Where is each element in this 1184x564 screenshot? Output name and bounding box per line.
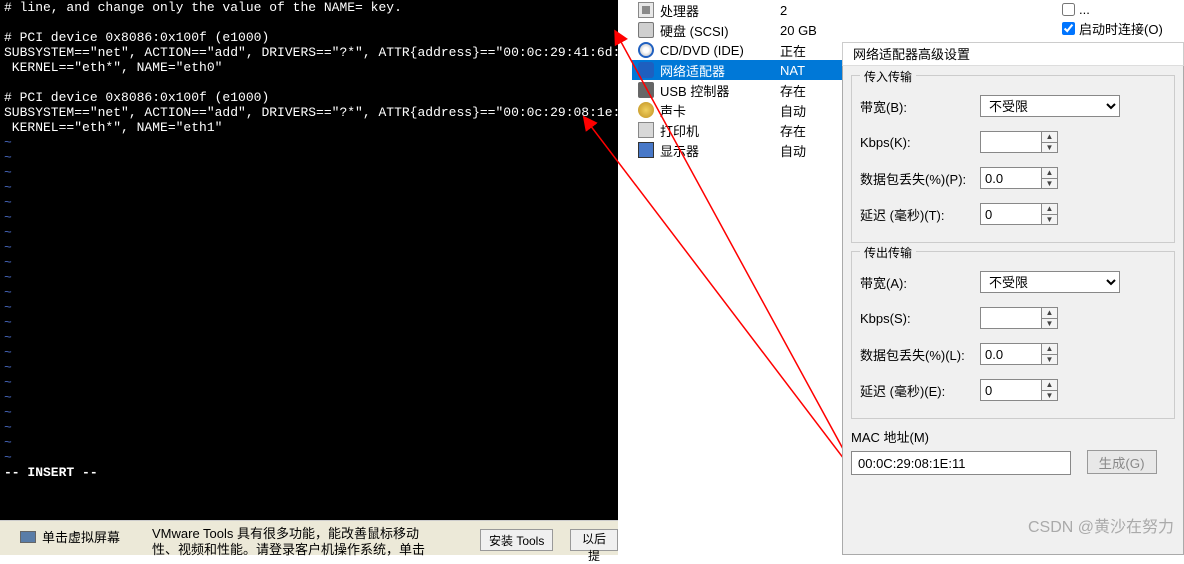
advanced-settings-dialog: 传入传输 带宽(B): 不受限 Kbps(K): ▲▼ 数据包丢失(%)(P):… bbox=[842, 42, 1184, 555]
loss-out-spinner[interactable]: ▲▼ bbox=[1042, 343, 1058, 365]
loss-in-input[interactable] bbox=[980, 167, 1042, 189]
latency-in-input[interactable] bbox=[980, 203, 1042, 225]
term-l1: # line, and change only the value of the… bbox=[4, 0, 402, 15]
loss-out-input[interactable] bbox=[980, 343, 1042, 365]
term-l7: # PCI device 0x8086:0x100f (e1000) bbox=[4, 90, 269, 105]
loss-in-spinner[interactable]: ▲▼ bbox=[1042, 167, 1058, 189]
monitor-icon bbox=[20, 531, 36, 543]
vmware-hint-bar: 单击虚拟屏幕 VMware Tools 具有很多功能，能改善鼠标移动 性、视频和… bbox=[0, 520, 618, 555]
terminal[interactable]: # line, and change only the value of the… bbox=[0, 0, 618, 520]
latency-out-spinner[interactable]: ▲▼ bbox=[1042, 379, 1058, 401]
term-l8: SUBSYSTEM=="net", ACTION=="add", DRIVERS… bbox=[4, 105, 618, 120]
connect-at-poweron-checkbox[interactable] bbox=[1062, 22, 1075, 35]
term-l9: KERNEL=="eth*", NAME="eth1" bbox=[4, 120, 222, 135]
cpu-icon bbox=[638, 2, 654, 18]
term-l4: SUBSYSTEM=="net", ACTION=="add", DRIVERS… bbox=[4, 45, 618, 60]
incoming-group: 传入传输 带宽(B): 不受限 Kbps(K): ▲▼ 数据包丢失(%)(P):… bbox=[851, 75, 1175, 243]
latency-out-input[interactable] bbox=[980, 379, 1042, 401]
network-icon bbox=[638, 62, 654, 78]
hw-row-sound[interactable]: 声卡自动 bbox=[632, 100, 842, 120]
later-button[interactable]: 以后提 bbox=[570, 529, 618, 551]
generate-mac-button[interactable]: 生成(G) bbox=[1087, 450, 1157, 474]
hw-row-cd[interactable]: CD/DVD (IDE)正在 bbox=[632, 40, 842, 60]
kbps-out-spinner[interactable]: ▲▼ bbox=[1042, 307, 1058, 329]
hw-row-disk[interactable]: 硬盘 (SCSI)20 GB bbox=[632, 20, 842, 40]
mac-label: MAC 地址(M) bbox=[851, 427, 1175, 446]
install-tools-button[interactable]: 安装 Tools bbox=[480, 529, 553, 551]
hw-row-network[interactable]: 网络适配器NAT bbox=[632, 60, 842, 80]
latency-in-spinner[interactable]: ▲▼ bbox=[1042, 203, 1058, 225]
vm-hint-1: 单击虚拟屏幕 bbox=[42, 527, 120, 546]
sound-icon bbox=[638, 102, 654, 118]
kbps-in-input[interactable] bbox=[980, 131, 1042, 153]
printer-icon bbox=[638, 122, 654, 138]
hw-row-display[interactable]: 显示器自动 bbox=[632, 140, 842, 160]
kbps-in-spinner[interactable]: ▲▼ bbox=[1042, 131, 1058, 153]
vm-hint-3: 性、视频和性能。请登录客户机操作系统，单击 bbox=[152, 539, 425, 558]
hw-row-printer[interactable]: 打印机存在 bbox=[632, 120, 842, 140]
kbps-out-input[interactable] bbox=[980, 307, 1042, 329]
device-status-box: ... 启动时连接(O) bbox=[1054, 0, 1184, 42]
hardware-list: 处理器2 硬盘 (SCSI)20 GB CD/DVD (IDE)正在 网络适配器… bbox=[632, 0, 842, 520]
display-icon bbox=[638, 142, 654, 158]
bandwidth-out-select[interactable]: 不受限 bbox=[980, 271, 1120, 293]
vim-mode: -- INSERT -- bbox=[4, 465, 98, 480]
watermark: CSDN @黄沙在努力 bbox=[1028, 513, 1174, 537]
outgoing-group: 传出传输 带宽(A): 不受限 Kbps(S): ▲▼ 数据包丢失(%)(L):… bbox=[851, 251, 1175, 419]
hw-row-usb[interactable]: USB 控制器存在 bbox=[632, 80, 842, 100]
hw-row-cpu[interactable]: 处理器2 bbox=[632, 0, 842, 20]
connected-checkbox[interactable] bbox=[1062, 3, 1075, 16]
disk-icon bbox=[638, 22, 654, 38]
cd-icon bbox=[638, 42, 654, 58]
bandwidth-in-select[interactable]: 不受限 bbox=[980, 95, 1120, 117]
term-l3: # PCI device 0x8086:0x100f (e1000) bbox=[4, 30, 269, 45]
dialog-titlebar: 网络适配器高级设置 bbox=[842, 42, 1184, 66]
dialog-title: 网络适配器高级设置 bbox=[853, 47, 970, 62]
term-l5: KERNEL=="eth*", NAME="eth0" bbox=[4, 60, 222, 75]
usb-icon bbox=[638, 82, 654, 98]
mac-address-input[interactable] bbox=[851, 451, 1071, 475]
